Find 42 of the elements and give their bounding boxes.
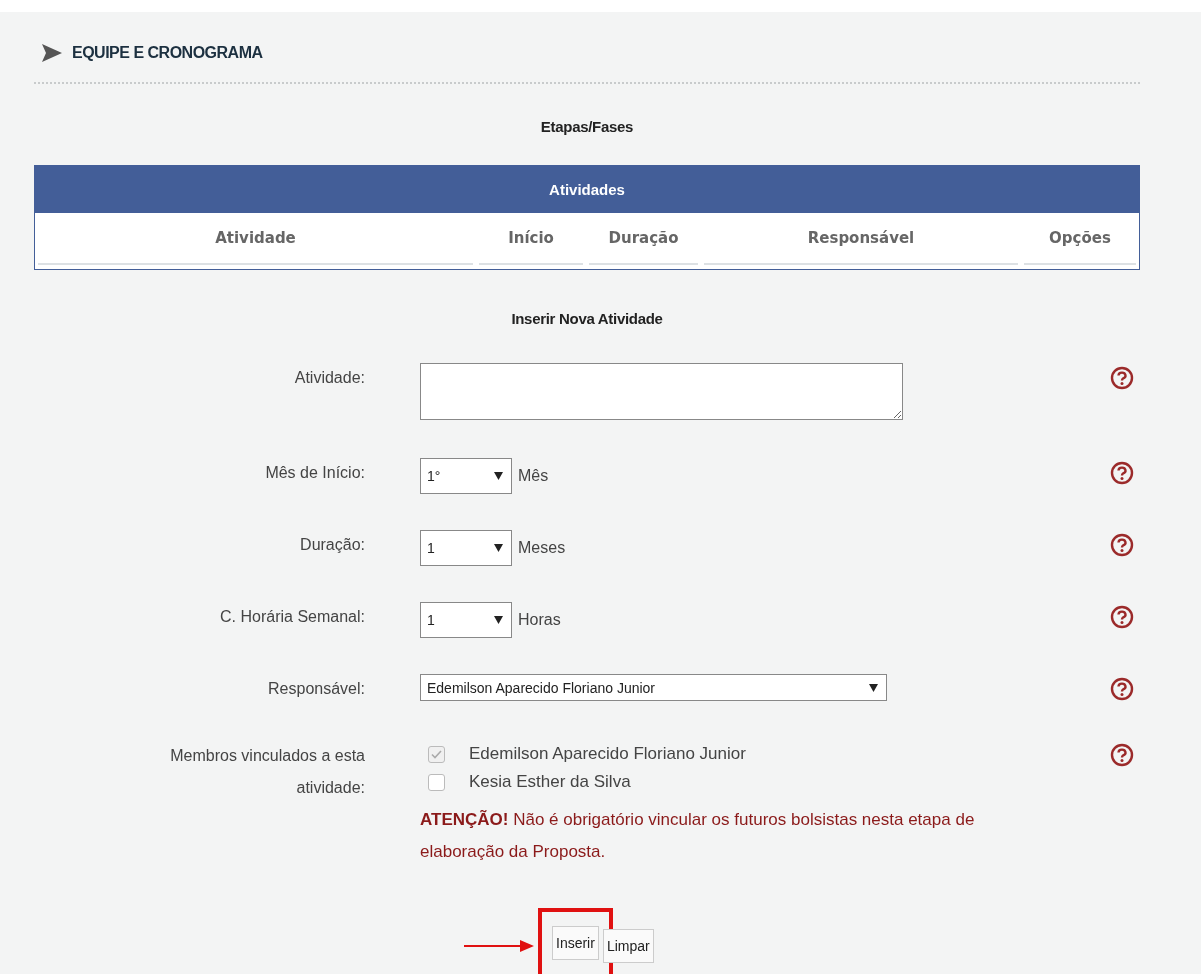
column-header: Responsável (704, 213, 1018, 265)
help-icon[interactable] (1110, 605, 1134, 629)
field-label: Atividade: (293, 368, 365, 388)
caret-icon (494, 616, 503, 624)
arrow-icon (40, 44, 62, 62)
select-field[interactable]: 1° (420, 458, 512, 494)
checkbox[interactable] (428, 773, 445, 791)
section-title: EQUIPE E CRONOGRAMA (72, 44, 263, 62)
select-field[interactable]: 1 (420, 602, 512, 638)
help-icon[interactable] (1110, 461, 1134, 485)
column-header: Opções (1024, 213, 1136, 265)
help-icon[interactable] (1110, 366, 1134, 390)
column-header: Atividade (38, 213, 473, 265)
activity-field[interactable] (420, 363, 903, 420)
select-field[interactable]: Edemilson Aparecido Floriano Junior (420, 674, 887, 701)
unit-label: Horas (518, 611, 561, 629)
member-name: Kesia Esther da Silva (469, 772, 631, 792)
arrow-icon (464, 940, 534, 952)
caret-icon (869, 683, 878, 692)
column-header: Duração (589, 213, 698, 265)
help-icon[interactable] (1110, 677, 1134, 701)
column-header: Início (479, 213, 583, 265)
unit-label: Mês (518, 467, 549, 485)
caret-icon (494, 472, 503, 480)
insert-button[interactable]: Inserir (552, 926, 599, 960)
help-icon[interactable] (1110, 533, 1134, 557)
field-label: C. Horária Semanal: (219, 607, 365, 627)
notice-text: ATENÇÃO! Não é obrigatório vincular os futuros bolsistas nesta etapa de elaboração da Proposta. (420, 809, 976, 863)
help-icon[interactable] (1110, 743, 1134, 767)
unit-label: Meses (518, 539, 566, 557)
form-title: Inserir Nova Atividade (510, 310, 664, 327)
member-name: Edemilson Aparecido Floriano Junior (469, 744, 746, 764)
caret-icon (494, 544, 503, 552)
select-field[interactable]: 1 (420, 530, 512, 566)
field-label: Mês de Início: (264, 463, 365, 483)
check-icon (431, 749, 442, 759)
table-title: Atividades (35, 166, 1139, 213)
stages-title: Etapas/Fases (539, 118, 635, 135)
field-label: Membros vinculados a esta atividade: (169, 746, 365, 798)
field-label: Responsável: (267, 679, 365, 699)
clear-button[interactable]: Limpar (602, 929, 654, 963)
field-label: Duração: (299, 535, 365, 555)
